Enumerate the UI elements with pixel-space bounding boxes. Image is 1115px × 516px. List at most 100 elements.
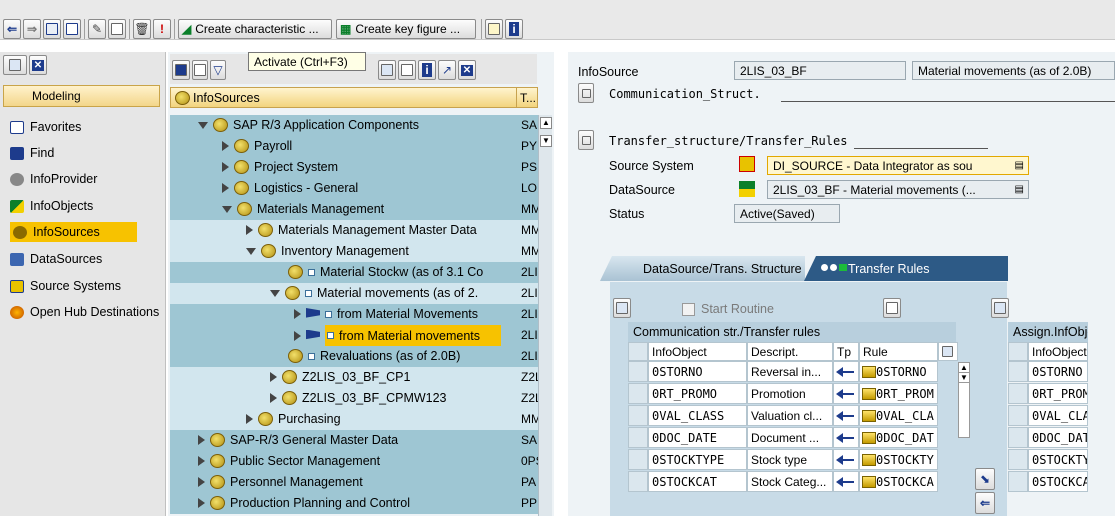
expand-icon[interactable] (246, 414, 253, 424)
close-icon[interactable]: ✕ (29, 55, 47, 75)
row-selector[interactable] (1008, 449, 1028, 470)
row-selector[interactable] (628, 449, 648, 470)
table-settings-icon[interactable] (991, 298, 1009, 318)
expand-icon[interactable] (246, 225, 253, 235)
infoobject-cell[interactable]: 0STOCKCAT (648, 471, 747, 492)
expand-icon[interactable] (222, 162, 229, 172)
assigned-infoobject-cell[interactable]: 0RT_PROMO (1028, 383, 1088, 404)
info-icon[interactable]: i (505, 19, 523, 39)
expand-icon[interactable] (198, 435, 205, 445)
rule-cell[interactable]: 0VAL_CLA (859, 405, 938, 426)
tree-tech-name-header[interactable]: T... (516, 87, 538, 108)
filter-icon[interactable]: ▽ (210, 60, 226, 80)
table-icon[interactable] (485, 19, 503, 39)
forward-arrow-icon[interactable]: ⇒ (23, 19, 41, 39)
dropdown-icon[interactable]: ▤ (1015, 160, 1024, 171)
new-page-icon[interactable] (883, 298, 901, 318)
transfer-rules-label[interactable]: Transfer_structure/Transfer_Rules (609, 134, 847, 148)
close-icon[interactable]: ✕ (458, 60, 476, 80)
row-selector[interactable] (628, 427, 648, 448)
collapse-icon[interactable] (222, 205, 232, 213)
row-selector[interactable] (1008, 383, 1028, 404)
communication-structure-label[interactable]: Communication_Struct. (609, 87, 761, 101)
table-settings-icon[interactable] (613, 298, 631, 318)
infoobject-cell[interactable]: 0RT_PROMO (648, 383, 747, 404)
expand-icon[interactable] (222, 183, 229, 193)
col-tp[interactable]: Tp (833, 342, 859, 361)
tree-node[interactable]: Inventory Management MM (170, 241, 539, 262)
rule-cell[interactable]: 0STOCKCA (859, 471, 938, 492)
nav-item-datasources[interactable]: DataSources (10, 249, 165, 269)
row-selector[interactable] (1008, 405, 1028, 426)
tree-node[interactable]: Personnel Management PA (170, 472, 538, 493)
col-infoobject[interactable]: InfoObject (648, 342, 747, 361)
nav-item-infosources[interactable]: InfoSources (10, 222, 137, 242)
scroll-down-icon[interactable]: ▼ (540, 135, 552, 147)
tree-node[interactable]: Material Stockw (as of 3.1 Co 2LI (170, 262, 538, 283)
infoobject-cell[interactable]: 0DOC_DATE (648, 427, 747, 448)
tree-node[interactable]: Materials Management Master Data MM (170, 220, 539, 241)
tree-node[interactable]: Purchasing MM (170, 409, 539, 430)
datasource-field[interactable]: 2LIS_03_BF - Material movements (... ▤ (767, 180, 1029, 199)
trash-icon[interactable]: 🗑 (133, 19, 151, 39)
select-all-cell[interactable] (1008, 342, 1028, 361)
rule-cell[interactable]: 0RT_PROM (859, 383, 938, 404)
assigned-infoobject-cell[interactable]: 0VAL_CLASS (1028, 405, 1088, 426)
tree-node[interactable]: Z2LIS_03_BF_CPMW123 Z2L (170, 388, 539, 409)
row-selector[interactable] (628, 383, 648, 404)
expand-icon[interactable] (294, 309, 301, 319)
pin-icon[interactable]: ↗ (438, 60, 456, 80)
layout-icon[interactable] (3, 55, 27, 75)
col-rule[interactable]: Rule (859, 342, 938, 361)
info-icon[interactable]: ! (153, 19, 171, 39)
tree-node[interactable]: Public Sector Management0PS (170, 451, 539, 472)
expand-icon[interactable] (198, 477, 205, 487)
expand-icon[interactable] (270, 372, 277, 382)
tree-node[interactable]: SAP R/3 Application ComponentsSAP (170, 115, 539, 136)
row-selector[interactable] (628, 471, 648, 492)
nav-item-infoobjects[interactable]: InfoObjects (10, 196, 165, 216)
nav-item-favorites[interactable]: Favorites (10, 117, 165, 137)
tree-column-header[interactable]: InfoSources (170, 87, 517, 108)
create-key-figure-button[interactable]: ▦ Create key figure ... (336, 19, 476, 39)
source-system-field[interactable]: DI_SOURCE - Data Integrator as sou ▤ (767, 156, 1029, 175)
expand-icon[interactable] (270, 393, 277, 403)
grid-icon[interactable] (378, 60, 396, 80)
page-icon[interactable] (192, 60, 208, 80)
expand-icon[interactable] (294, 330, 301, 341)
copy-icon[interactable] (108, 19, 126, 39)
hierarchy-icon[interactable] (398, 60, 416, 80)
dropdown-icon[interactable]: ▤ (1015, 184, 1024, 195)
assigned-infoobject-cell[interactable]: 0DOC_DATE (1028, 427, 1088, 448)
collapse-icon[interactable] (246, 247, 256, 255)
hierarchy-icon[interactable] (63, 19, 81, 39)
nav-item-open-hub[interactable]: Open Hub Destinations (10, 302, 165, 322)
assigned-infoobject-cell[interactable]: 0STOCKTYPE (1028, 449, 1088, 470)
col-infoobject[interactable]: InfoObject (1028, 342, 1088, 361)
tree-scrollbar[interactable]: ▲ ▼ (538, 115, 552, 516)
refresh-icon[interactable] (172, 60, 190, 80)
rule-cell[interactable]: 0DOC_DAT (859, 427, 938, 448)
infoobject-cell[interactable]: 0STOCKTYPE (648, 449, 747, 470)
expand-section-icon[interactable] (578, 130, 594, 150)
assigned-infoobject-cell[interactable]: 0STORNO (1028, 361, 1088, 382)
collapse-icon[interactable] (198, 121, 208, 129)
assigned-infoobject-cell[interactable]: 0STOCKCAT (1028, 471, 1088, 492)
rule-cell[interactable]: 0STOCKTY (859, 449, 938, 470)
row-selector[interactable] (628, 405, 648, 426)
tree-node[interactable]: Materials Management MM (170, 199, 539, 220)
tree-node-selected[interactable]: from Material movements 2LI (170, 325, 538, 346)
tree-node[interactable]: from Material Movements 2LI (170, 304, 538, 325)
row-selector[interactable] (1008, 471, 1028, 492)
infosource-description-field[interactable]: Material movements (as of 2.0B) (912, 61, 1115, 80)
scroll-down-icon[interactable]: ▼ (959, 373, 969, 383)
tree-node[interactable]: Production Planning and Control PP (170, 493, 538, 514)
edit-icon[interactable]: ✎ (88, 19, 106, 39)
rule-cell[interactable]: 0STORNO (859, 361, 938, 382)
scroll-up-icon[interactable]: ▲ (540, 117, 552, 129)
tree-node[interactable]: Material movements (as of 2. 2LI (170, 283, 538, 304)
row-selector[interactable] (628, 361, 648, 382)
info-icon[interactable]: i (418, 60, 436, 80)
collapse-icon[interactable] (270, 289, 280, 297)
table-scrollbar[interactable]: ▲ ▼ (958, 362, 970, 438)
